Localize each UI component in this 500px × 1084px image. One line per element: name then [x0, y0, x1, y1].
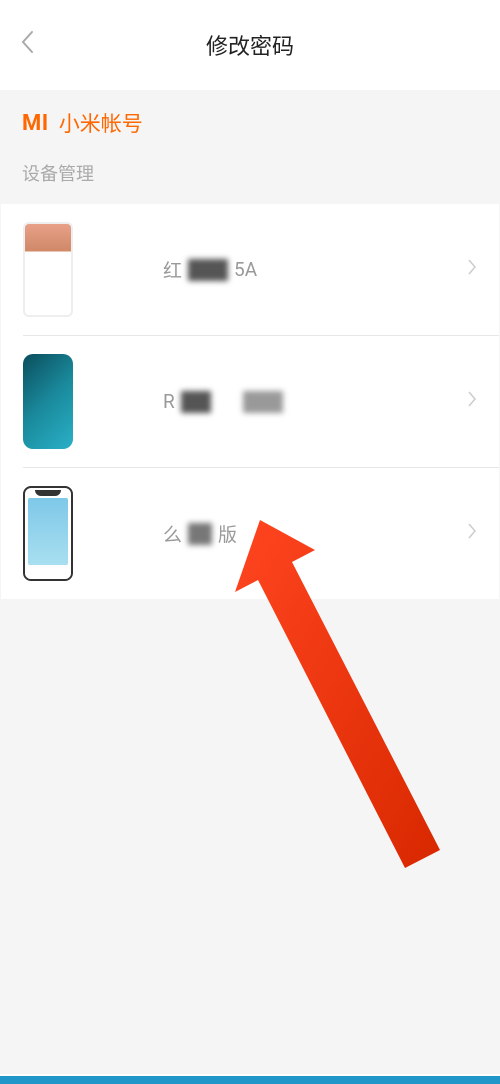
chevron-right-icon — [468, 523, 477, 544]
device-thumbnail — [23, 222, 73, 317]
device-item[interactable]: 么 版 — [1, 468, 499, 599]
header-bar: 修改密码 — [0, 0, 500, 90]
device-thumbnail — [23, 354, 73, 449]
redacted-text — [188, 523, 212, 545]
device-name: 么 版 — [73, 520, 468, 547]
chevron-right-icon — [468, 391, 477, 412]
bottom-accent-bar — [0, 1074, 500, 1084]
device-item[interactable]: R — [1, 336, 499, 467]
brand-text: 小米帐号 — [59, 108, 143, 138]
device-name: 红 5A — [73, 256, 468, 283]
device-list: 红 5A R 么 版 — [1, 204, 499, 599]
mi-logo: MI — [22, 111, 49, 136]
redacted-text — [181, 391, 211, 413]
redacted-text — [188, 259, 228, 281]
page-title: 修改密码 — [0, 29, 500, 61]
chevron-right-icon — [468, 259, 477, 280]
device-thumbnail — [23, 486, 73, 581]
redacted-text — [243, 391, 283, 413]
device-name-prefix: 红 — [163, 256, 182, 283]
brand-header: MI 小米帐号 — [0, 90, 500, 148]
device-name-suffix: 版 — [218, 520, 237, 547]
device-name-prefix: R — [163, 390, 175, 413]
device-name-suffix: 5A — [234, 258, 257, 281]
device-item[interactable]: 红 5A — [1, 204, 499, 335]
device-name: R — [73, 390, 468, 413]
section-label: 设备管理 — [0, 148, 500, 204]
device-name-prefix: 么 — [163, 520, 182, 547]
back-icon[interactable] — [20, 30, 34, 60]
